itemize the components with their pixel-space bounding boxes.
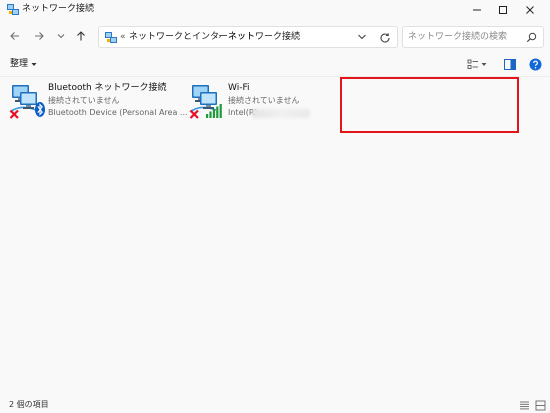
- refresh-icon: [380, 32, 390, 43]
- details-view-icon[interactable]: [519, 400, 530, 411]
- bluetooth-network-adapter-icon: [9, 85, 45, 119]
- organize-menu-button[interactable]: 整理: [10, 57, 37, 71]
- minimize-icon: [473, 9, 481, 11]
- address-bar[interactable]: « ネットワークとインターネット › ネットワーク接続: [98, 26, 398, 48]
- network-connections-icon: [7, 4, 19, 15]
- chevron-down-icon: [57, 34, 65, 39]
- chevron-down-icon: [358, 34, 366, 40]
- organize-label: 整理: [10, 59, 29, 69]
- search-icon: [526, 32, 537, 43]
- refresh-button[interactable]: [378, 31, 392, 44]
- recent-locations-button[interactable]: [50, 26, 72, 46]
- arrow-up-icon: [77, 31, 85, 41]
- list-item-wifi-connection[interactable]: Wi-Fi 接続されていません Intel(R): [186, 80, 316, 120]
- item-count: 2 個の項目: [9, 400, 49, 409]
- up-button[interactable]: [70, 26, 92, 46]
- caret-down-icon: [31, 62, 37, 66]
- change-view-button[interactable]: [467, 57, 491, 71]
- wifi-network-adapter-icon: [189, 85, 222, 119]
- preview-pane-button[interactable]: [503, 57, 517, 71]
- list-item-bluetooth-connection[interactable]: Bluetooth ネットワーク接続 接続されていません Bluetooth D…: [6, 80, 188, 120]
- caret-down-icon: [481, 62, 487, 66]
- view-options-icon: [467, 59, 478, 69]
- redacted-device-name: [252, 109, 310, 118]
- item-name: Wi-Fi: [228, 83, 250, 93]
- search-box[interactable]: ネットワーク接続の検索: [402, 26, 544, 48]
- forward-button[interactable]: [28, 26, 50, 46]
- breadcrumb-overflow[interactable]: «: [120, 30, 126, 44]
- arrow-left-icon: [10, 32, 19, 40]
- title-bar: ネットワーク接続: [0, 0, 550, 20]
- back-button[interactable]: [4, 26, 26, 46]
- close-button[interactable]: [516, 0, 544, 20]
- maximize-icon: [499, 6, 507, 14]
- minimize-button[interactable]: [463, 0, 491, 20]
- maximize-button[interactable]: [489, 0, 517, 20]
- window-title: ネットワーク接続: [22, 4, 95, 14]
- item-status: 接続されていません: [228, 96, 300, 105]
- help-button[interactable]: [528, 57, 542, 71]
- navigation-bar: « ネットワークとインターネット › ネットワーク接続 ネットワーク接続の検索: [0, 20, 550, 52]
- address-dropdown-button[interactable]: [355, 31, 369, 43]
- close-icon: [526, 6, 534, 14]
- help-icon: [529, 58, 541, 70]
- arrow-right-icon: [35, 32, 44, 40]
- item-device: Bluetooth Device (Personal Area ...: [48, 108, 188, 117]
- preview-pane-icon: [504, 58, 516, 70]
- item-status: 接続されていません: [48, 96, 120, 105]
- search-input[interactable]: ネットワーク接続の検索: [408, 30, 507, 44]
- highlight-box: [340, 77, 519, 133]
- breadcrumb-separator[interactable]: ›: [218, 30, 222, 44]
- breadcrumb-network-connections[interactable]: ネットワーク接続: [228, 30, 300, 44]
- item-name: Bluetooth ネットワーク接続: [48, 83, 167, 93]
- status-bar: 2 個の項目: [0, 398, 550, 413]
- large-icons-view-icon[interactable]: [535, 400, 546, 411]
- network-connections-icon: [105, 32, 117, 43]
- command-bar: 整理: [0, 52, 550, 77]
